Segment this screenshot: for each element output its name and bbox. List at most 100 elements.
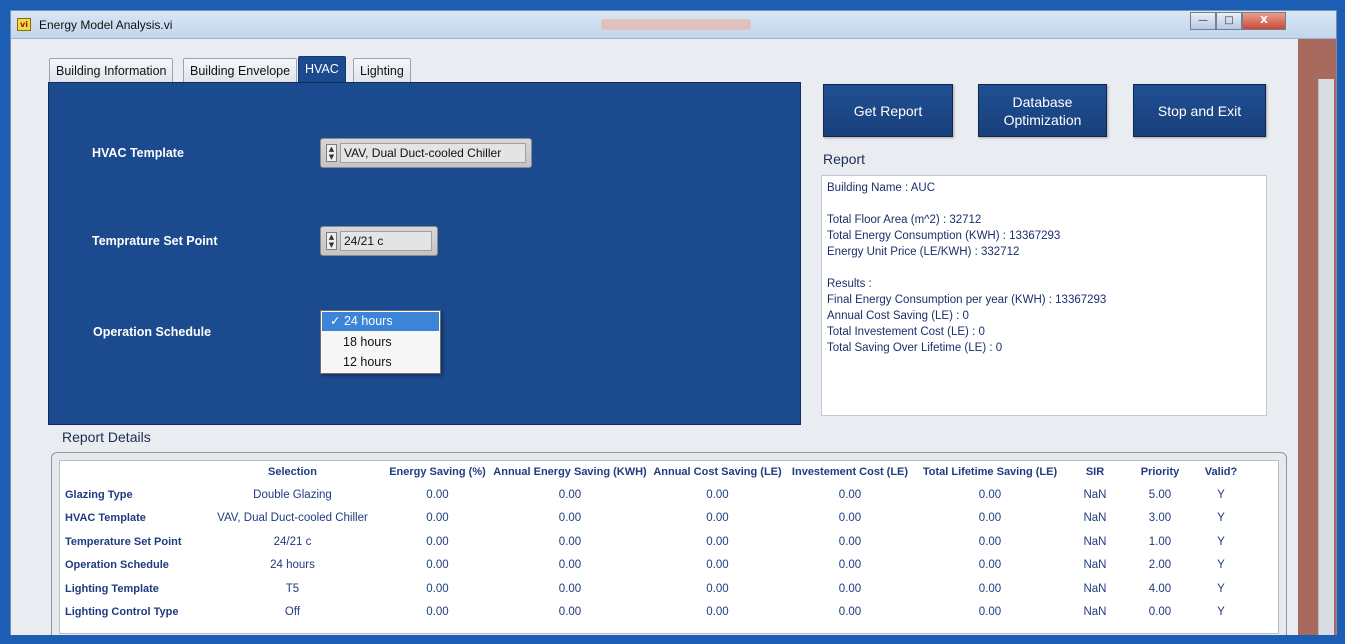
report-label: Report [823,151,866,167]
column-header [60,461,200,483]
table-header-row: Selection Energy Saving (%) Annual Energy … [60,461,1247,483]
minimize-button[interactable]: — [1190,12,1216,30]
table-cell: 0.00 [978,606,1002,619]
ring-stepper-icon[interactable]: ▲ ▼ [326,144,337,162]
row-name-cell: HVAC Template [65,512,146,525]
table-cell: Y [1217,488,1225,501]
table-cell: Y [1217,606,1225,619]
report-details-frame: Selection Energy Saving (%) Annual Energy … [51,452,1287,635]
table-cell: 0.00 [426,488,449,501]
table-row: Operation Schedule 24 hours 0.00 0.00 0.00 0.… [60,554,1247,578]
table-cell: VAV, Dual Duct-cooled Chiller [217,512,368,525]
row-name-cell: Temperature Set Point [65,535,182,548]
table-cell: 0.00 [558,535,582,548]
report-line: Total Investement Cost (LE) : 0 [827,326,985,338]
report-line: Results : [827,278,872,290]
table-cell: Y [1217,582,1225,595]
get-report-label: Get Report [853,102,923,119]
table-cell: 24/21 c [273,535,312,548]
report-line: Total Floor Area (m^2) : 32712 [827,214,982,226]
table-cell: 0.00 [706,559,729,572]
setpoint-value[interactable]: 24/21 c [340,231,432,251]
operation-schedule-dropdown[interactable]: ✓ 24 hours 18 hours 12 hours [320,310,441,374]
table-row: Lighting Template T5 0.00 0.00 0.00 0.00 0.00 N… [60,577,1247,601]
table-cell: NaN [1083,606,1107,619]
schedule-option-12h[interactable]: 12 hours [321,352,440,372]
report-details-label: Report Details [62,429,151,445]
hvac-template-value[interactable]: VAV, Dual Duct-cooled Chiller [340,143,526,163]
table-cell: 5.00 [1148,488,1172,501]
report-line: Total Saving Over Lifetime (LE) : 0 [827,342,1003,354]
table-cell: 0.00 [1148,606,1172,619]
table-cell: 0.00 [838,559,862,572]
background-window-title [601,19,751,30]
table-cell: 1.00 [1148,535,1172,548]
report-line: Energy Unit Price (LE/KWH) : 332712 [827,246,1020,258]
tab-lighting[interactable]: Lighting [353,58,411,83]
report-line [827,260,1261,276]
ring-stepper-icon[interactable]: ▲ ▼ [326,232,337,250]
table-cell: Double Glazing [253,488,332,501]
setpoint-label: Temprature Set Point [92,234,218,248]
table-cell: 2.00 [1148,559,1172,572]
report-details-table-container: Selection Energy Saving (%) Annual Energy … [59,460,1279,634]
table-cell: 0.00 [978,582,1002,595]
column-header: Annual Energy Saving (KWH) [493,466,647,478]
column-header: Annual Cost Saving (LE) [653,466,782,478]
table-cell: 0.00 [706,606,729,619]
table-cell: 3.00 [1148,512,1172,525]
setpoint-ring[interactable]: ▲ ▼ 24/21 c [320,226,438,256]
table-cell: 0.00 [558,512,582,525]
report-details-table: Selection Energy Saving (%) Annual Energy … [60,461,1247,624]
table-cell: 0.00 [558,488,582,501]
table-cell: 0.00 [706,582,729,595]
database-optimization-label-line2: Optimization [1003,111,1082,128]
table-cell: 0.00 [706,488,729,501]
table-cell: 0.00 [978,488,1002,501]
operation-schedule-label: Operation Schedule [93,325,212,339]
get-report-button[interactable]: Get Report [823,84,953,137]
schedule-option-24h[interactable]: ✓ 24 hours [322,312,439,331]
report-line [827,196,1261,212]
tab-hvac[interactable]: HVAC [298,56,346,83]
table-cell: NaN [1083,488,1107,501]
row-name-cell: Lighting Control Type [65,606,179,619]
database-optimization-label-line1: Database [1012,93,1073,110]
report-line: Total Energy Consumption (KWH) : 1336729… [827,230,1061,242]
column-header: Total Lifetime Saving (LE) [922,466,1058,478]
report-line: Final Energy Consumption per year (KWH) … [827,294,1107,306]
column-header: SIR [1085,466,1105,478]
desktop-bottom-edge [0,635,1345,644]
table-cell: 0.00 [978,535,1002,548]
close-button[interactable]: X [1242,12,1286,30]
report-text-box[interactable]: Building Name : AUC Total Floor Area (m^2… [821,175,1267,416]
table-cell: 0.00 [426,606,449,619]
table-cell: 0.00 [426,535,449,548]
table-cell: 0.00 [838,535,862,548]
table-row: HVAC Template VAV, Dual Duct-cooled Chill… [60,507,1247,531]
table-cell: NaN [1083,582,1107,595]
table-cell: 24 hours [270,559,315,572]
maximize-button[interactable]: □ [1216,12,1242,30]
table-cell: 0.00 [558,606,582,619]
table-cell: 0.00 [558,582,582,595]
table-cell: T5 [285,582,300,595]
background-window-edge [1298,39,1336,635]
table-cell: Y [1217,535,1225,548]
table-body: Glazing Type Double Glazing 0.00 0.00 0.00 0.… [60,483,1247,624]
database-optimization-button[interactable]: Database Optimization [978,84,1107,137]
schedule-option-18h[interactable]: 18 hours [321,332,440,352]
table-cell: 0.00 [706,512,729,525]
tab-building-envelope[interactable]: Building Envelope [183,58,298,83]
stop-and-exit-button[interactable]: Stop and Exit [1133,84,1266,137]
app-window: vi Energy Model Analysis.vi — □ X Buildi… [10,10,1337,636]
hvac-template-ring[interactable]: ▲ ▼ VAV, Dual Duct-cooled Chiller [320,138,532,168]
vertical-scrollbar[interactable] [1318,79,1334,635]
tab-building-information[interactable]: Building Information [49,58,174,83]
column-header: Valid? [1204,466,1238,478]
table-row: Lighting Control Type Off 0.00 0.00 0.00 0.00… [60,601,1247,625]
table-cell: NaN [1083,512,1107,525]
table-cell: 0.00 [706,535,729,548]
labview-app-icon: vi [17,18,31,31]
window-title: Energy Model Analysis.vi [39,18,173,32]
